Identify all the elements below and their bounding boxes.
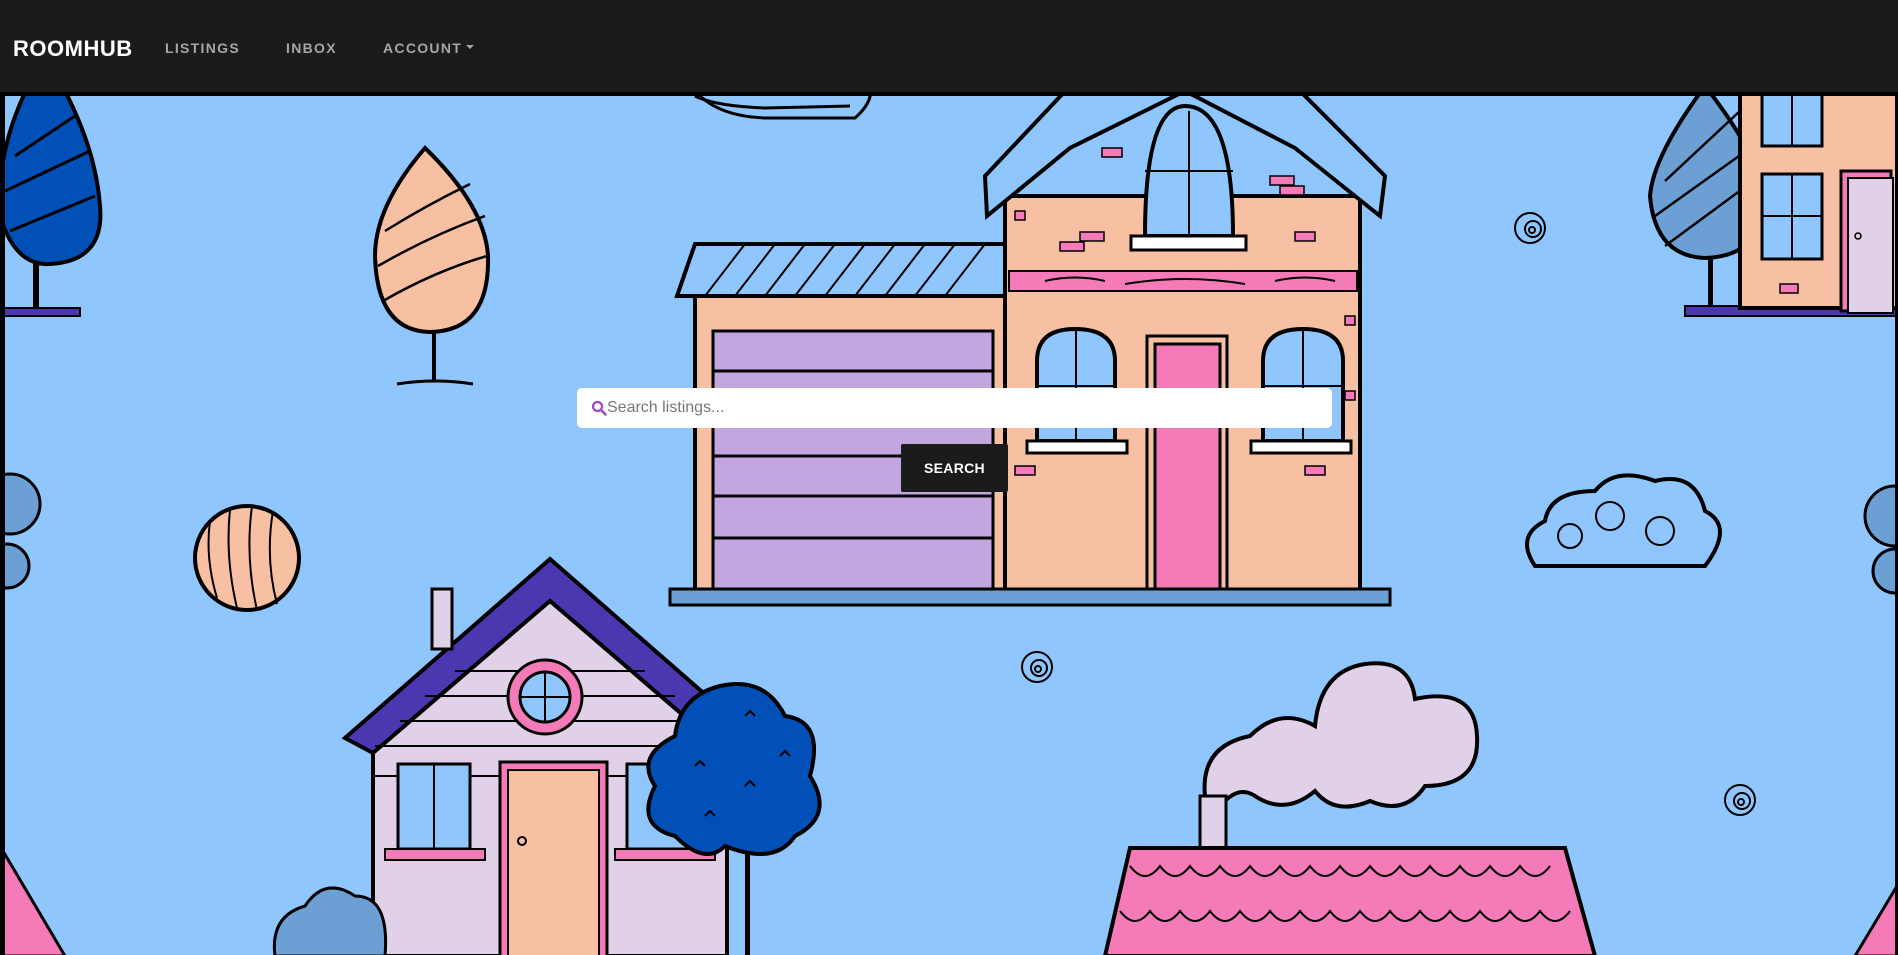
caret-down-icon [466,45,475,50]
search-bar [577,388,1332,428]
search-button[interactable]: SEARCH [901,444,1008,492]
hero-background: SEARCH [5,96,1895,955]
brand-logo[interactable]: ROOMHUB [13,36,133,62]
navbar: ROOMHUB LISTINGS INBOX ACCOUNT [0,0,1898,96]
nav-link-inbox[interactable]: INBOX [286,40,337,56]
nav-dropdown-account-label: ACCOUNT [383,40,463,56]
nav-link-listings[interactable]: LISTINGS [165,40,240,56]
houses-illustration [5,96,1895,955]
nav-dropdown-account[interactable]: ACCOUNT [383,40,475,56]
search-input[interactable] [607,388,1322,428]
